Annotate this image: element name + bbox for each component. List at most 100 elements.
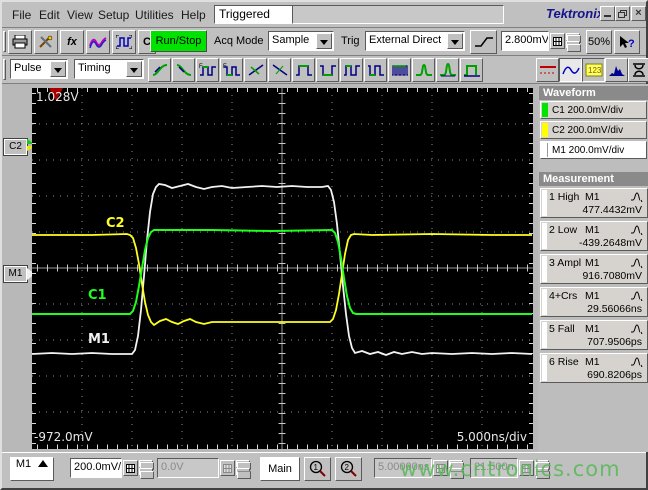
pos-width-button[interactable]: F	[196, 58, 219, 82]
menu-view[interactable]: View	[63, 6, 97, 24]
pos-peak-icon	[415, 63, 432, 76]
neg-pulse-button[interactable]	[316, 58, 339, 82]
measurement-panel-header: Measurement	[539, 172, 648, 186]
restore-button[interactable]	[615, 6, 630, 21]
zoom-pulse-button[interactable]	[112, 30, 136, 54]
minimize-button[interactable]	[600, 6, 615, 21]
burst-button[interactable]	[388, 58, 411, 82]
tools-button[interactable]	[34, 30, 58, 54]
chevron-up-icon	[38, 460, 49, 467]
zoom-2-button[interactable]: 2	[335, 457, 362, 481]
chevron-down-icon[interactable]	[50, 61, 66, 77]
pulse-glyph-icon	[631, 291, 643, 301]
acq-mode-label: Acq Mode	[214, 35, 264, 47]
trig-level-field[interactable]: 2.800mV	[501, 31, 549, 51]
measurement-4-pcrs[interactable]: 4+Crs M1 29.56066ns	[540, 287, 648, 317]
fx-icon: fx	[67, 36, 77, 48]
trig-slope-button[interactable]	[470, 30, 497, 54]
fall-time-icon	[176, 64, 191, 76]
zoom-pulse-icon	[116, 35, 132, 49]
measurement-2-low[interactable]: 2 Low M1 -439.2648mV	[540, 221, 648, 251]
neg-peak-button[interactable]	[436, 58, 459, 82]
mask-button[interactable]	[628, 58, 648, 82]
trig-label: Trig	[341, 35, 360, 47]
tools-icon	[39, 35, 53, 48]
keypad-icon[interactable]	[550, 33, 565, 49]
waveform-icon	[89, 37, 107, 49]
waveform-c1-button[interactable]: C1 200.0mV/div	[540, 101, 647, 119]
bottom-voltage-label: -972.0mV	[34, 430, 93, 444]
menu-file[interactable]: File	[8, 6, 35, 24]
pulse-glyph-icon	[631, 258, 643, 268]
menu-utilities[interactable]: Utilities	[131, 6, 178, 24]
neg-width-icon: F	[223, 64, 240, 76]
burst-icon	[391, 65, 408, 76]
context-help-button[interactable]: ?	[614, 30, 640, 54]
trig-level-stepper[interactable]	[566, 33, 581, 52]
keypad-icon	[220, 460, 235, 476]
waveform-button[interactable]	[86, 30, 110, 54]
keypad-icon[interactable]	[123, 460, 138, 476]
acq-mode-select[interactable]: Sample	[268, 31, 334, 51]
measurement-6-rise[interactable]: 6 Rise M1 690.8206ps	[540, 353, 648, 383]
trig-source-select[interactable]: External Direct	[365, 31, 465, 51]
fall-cross-button[interactable]	[268, 58, 291, 82]
run-stop-button[interactable]: Run/Stop	[150, 30, 207, 52]
pulse-glyph-icon	[631, 192, 643, 202]
offset-stepper	[236, 460, 251, 479]
toolbar-handle[interactable]	[3, 31, 6, 52]
menu-help[interactable]: Help	[177, 6, 210, 24]
toolbar-measure: Pulse Timing F F 123	[2, 56, 648, 84]
print-icon	[12, 35, 28, 49]
rise-time-button[interactable]	[148, 58, 171, 82]
close-button[interactable]: ×	[631, 6, 646, 21]
c2-position-marker[interactable]: C2	[3, 138, 28, 156]
pos-peak-button[interactable]	[412, 58, 435, 82]
measure-readout-button[interactable]: 123	[582, 58, 605, 82]
horizontal-view-button[interactable]: Main	[260, 457, 300, 481]
magnifier-1-icon: 1	[309, 460, 326, 477]
measure-readout-icon: 123	[585, 63, 602, 77]
measurement-5-fall[interactable]: 5 Fall M1 707.9506ps	[540, 320, 648, 350]
rise-cross-button[interactable]	[244, 58, 267, 82]
svg-text:2: 2	[344, 463, 349, 472]
channel-select-button[interactable]: M1	[10, 457, 54, 481]
menu-edit[interactable]: Edit	[35, 6, 64, 24]
neg-peak-icon	[439, 62, 456, 77]
period-f-button[interactable]	[364, 58, 387, 82]
histogram-button[interactable]	[605, 58, 628, 82]
toolbar-handle[interactable]	[3, 59, 6, 80]
menu-setup[interactable]: Setup	[94, 6, 133, 24]
neg-width-button[interactable]: F	[220, 58, 243, 82]
waveform-m1-button[interactable]: M1 200.0mV/div	[540, 141, 647, 159]
scope-graticule[interactable]: 1.028V -972.0mV 5.000ns/div C2 C1 M1	[32, 88, 533, 449]
chevron-down-icon[interactable]	[316, 33, 332, 49]
scale-field[interactable]: 200.0mV/	[70, 458, 122, 478]
waveform-view-button[interactable]	[559, 58, 582, 82]
fall-time-button[interactable]	[172, 58, 195, 82]
pos-pulse-icon	[295, 65, 312, 76]
svg-text:123: 123	[588, 66, 602, 75]
zoom-1-button[interactable]: 1	[304, 457, 331, 481]
measurement-3-ampl[interactable]: 3 Ampl M1 916.7080mV	[540, 254, 648, 284]
m1-position-marker[interactable]: M1	[3, 265, 28, 283]
chevron-down-icon[interactable]	[447, 33, 463, 49]
scale-stepper[interactable]	[139, 460, 154, 479]
m1-trace-label: M1	[88, 332, 110, 347]
math-fx-button[interactable]: fx	[60, 30, 84, 54]
pos-pulse-button[interactable]	[292, 58, 315, 82]
zoom-50-button[interactable]: 50%	[586, 30, 612, 54]
signal-class-select[interactable]: Pulse	[10, 59, 68, 79]
c1-color-chip	[542, 103, 548, 117]
measure-group-select[interactable]: Timing	[74, 59, 144, 79]
chevron-down-icon[interactable]	[126, 61, 142, 77]
trig-slope-icon	[474, 37, 493, 47]
waveform-c2-button[interactable]: C2 200.0mV/div	[540, 121, 647, 139]
magnifier-2-icon: 2	[340, 460, 357, 477]
print-button[interactable]	[8, 30, 32, 54]
tektronix-logo: Tektronix’	[546, 6, 608, 21]
settle-button[interactable]	[460, 58, 483, 82]
measurement-1-high[interactable]: 1 High M1 477.4432mV	[540, 188, 648, 218]
period-r-button[interactable]	[340, 58, 363, 82]
cursors-button[interactable]	[536, 58, 559, 82]
